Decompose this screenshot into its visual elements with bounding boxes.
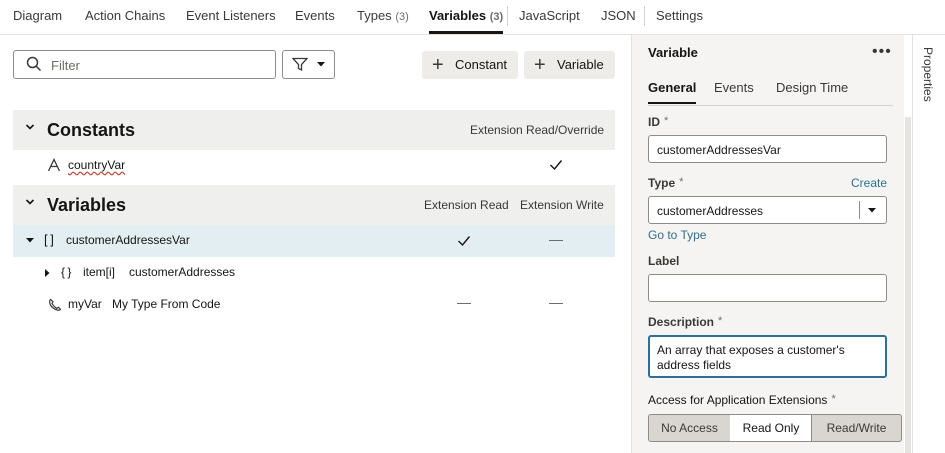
read-write-option[interactable]: Read/Write	[811, 414, 902, 442]
check-icon	[550, 160, 563, 171]
array-icon: [ ]	[44, 232, 54, 247]
no-access-option[interactable]: No Access	[648, 414, 731, 442]
chevron-down-icon[interactable]	[25, 197, 35, 207]
tab-javascript[interactable]: JavaScript	[519, 0, 580, 34]
tab-action-chains[interactable]: Action Chains	[85, 0, 165, 34]
access-label: Access for Application Extensions *	[648, 393, 836, 407]
text-type-icon	[47, 158, 61, 172]
caret-down-icon	[317, 62, 325, 67]
tab-divider	[644, 6, 645, 26]
caret-down-icon[interactable]	[868, 208, 876, 213]
label-label: Label	[648, 254, 680, 268]
dash-icon	[549, 240, 563, 241]
variables-title: Variables	[47, 195, 127, 215]
top-tab-bar: Diagram Action Chains Event Listeners Ev…	[0, 0, 945, 35]
description-field[interactable]: An array that exposes a customer's addre…	[648, 335, 887, 378]
row-name: myVar	[68, 297, 102, 311]
tab-events[interactable]: Events	[295, 0, 335, 34]
tab-types[interactable]: Types (3)	[357, 0, 409, 34]
read-only-option[interactable]: Read Only	[730, 414, 812, 442]
id-field[interactable]: customerAddressesVar	[648, 135, 887, 163]
tab-events-panel[interactable]: Events	[714, 80, 754, 95]
chevron-down-icon[interactable]	[25, 122, 35, 132]
caret-right-icon[interactable]	[45, 269, 50, 277]
constants-title: Constants	[47, 120, 136, 140]
check-icon	[458, 236, 471, 247]
create-type-link[interactable]: Create	[851, 176, 887, 190]
search-input[interactable]	[51, 56, 266, 74]
plus-icon: +	[534, 54, 546, 76]
table-row-customeraddressesvar[interactable]: [ ] customerAddressesVar	[13, 225, 615, 257]
tab-event-listeners[interactable]: Event Listeners	[186, 0, 276, 34]
row-type: customerAddresses	[129, 265, 236, 279]
tab-diagram[interactable]: Diagram	[13, 0, 62, 34]
caret-down-icon[interactable]	[26, 238, 34, 243]
id-label: ID *	[648, 115, 669, 129]
more-options-icon[interactable]: •••	[872, 43, 892, 61]
column-header-read-override: Extension Read/Override	[470, 123, 605, 137]
dash-icon	[457, 303, 471, 304]
tab-json[interactable]: JSON	[601, 0, 636, 34]
properties-panel: Variable ••• General Events Design Time …	[631, 35, 911, 453]
row-name: countryVar	[68, 158, 126, 172]
table-row-countryvar[interactable]: countryVar	[13, 150, 615, 182]
tab-variables[interactable]: Variables (3)	[429, 0, 504, 34]
filter-field[interactable]	[13, 50, 276, 79]
type-label: Type *	[648, 176, 684, 190]
add-variable-button[interactable]: + Variable	[524, 51, 615, 79]
properties-side-tab[interactable]: Properties	[912, 35, 945, 453]
select-divider	[859, 201, 860, 219]
tab-divider	[648, 105, 893, 106]
row-name: customerAddressesVar	[66, 233, 190, 247]
variables-section-header[interactable]: Variables Extension Read Extension Write	[13, 185, 615, 225]
plus-icon: +	[432, 54, 444, 76]
row-type: My Type From Code	[112, 297, 221, 311]
label-field[interactable]	[648, 274, 887, 302]
panel-scrollbar[interactable]	[905, 117, 911, 453]
tab-general[interactable]: General	[648, 80, 697, 104]
row-name: item[i]	[83, 265, 116, 279]
type-select[interactable]: customerAddresses	[648, 196, 887, 224]
description-label: Description *	[648, 315, 723, 329]
filter-menu-button[interactable]	[282, 50, 335, 79]
constants-section-header[interactable]: Constants Extension Read/Override	[13, 110, 615, 150]
go-to-type-link[interactable]: Go to Type	[648, 228, 706, 242]
table-row-myvar[interactable]: myVar My Type From Code	[13, 289, 615, 321]
column-header-read: Extension Read	[424, 198, 509, 212]
add-constant-button[interactable]: + Constant	[422, 51, 518, 79]
tab-settings[interactable]: Settings	[656, 0, 703, 34]
funnel-icon	[292, 57, 308, 72]
dash-icon	[549, 303, 563, 304]
search-icon	[26, 56, 42, 72]
panel-title: Variable	[648, 45, 698, 60]
column-header-write: Extension Write	[520, 198, 604, 212]
object-icon: { }	[61, 265, 72, 279]
tab-divider	[507, 6, 508, 26]
callback-icon	[49, 298, 62, 311]
table-row-item[interactable]: { } item[i] customerAddresses	[13, 257, 615, 289]
tab-design-time[interactable]: Design Time	[776, 80, 848, 95]
